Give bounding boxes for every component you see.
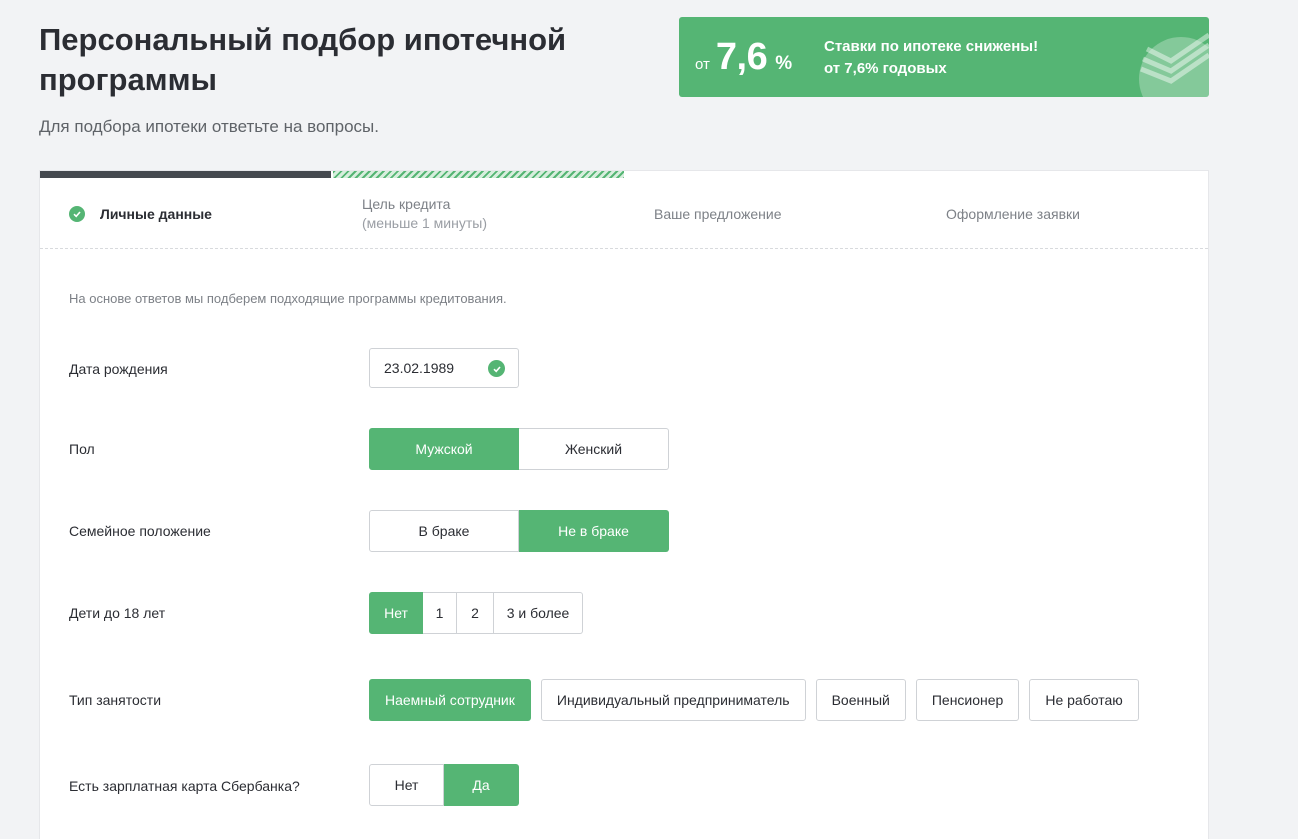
salary-card-label: Есть зарплатная карта Сбербанка? [69,778,300,794]
progress-bar [40,171,1208,178]
form-card: Личные данные Цель кредита (меньше 1 мин… [39,170,1209,839]
salary-card-option-yes[interactable]: Да [444,764,519,806]
promo-rate-unit: % [775,53,793,74]
step-label: Личные данные [100,205,212,222]
page-subtitle: Для подбора ипотеки ответьте на вопросы. [39,117,379,136]
gender-option-male[interactable]: Мужской [369,428,519,470]
promo-line-2: от 7,6% годовых [824,60,947,77]
step-label: Цель кредита [362,196,451,212]
promo-rate: от 7,6 % [695,36,792,79]
promo-banner[interactable]: от 7,6 % Ставки по ипотеке снижены! от 7… [679,17,1209,97]
promo-rate-prefix: от [695,56,710,73]
step-application: Оформление заявки [946,178,1080,249]
children-label: Дети до 18 лет [69,605,166,621]
progress-done-segment [40,171,331,178]
employment-option-employee[interactable]: Наемный сотрудник [369,679,531,721]
step-your-offer: Ваше предложение [654,178,782,249]
salary-card-toggle: Нет Да [369,764,519,806]
children-option-none[interactable]: Нет [369,592,423,634]
step-sublabel: (меньше 1 минуты) [362,215,487,231]
promo-rate-value: 7,6 [715,36,768,78]
gender-label: Пол [69,441,95,457]
step-label: Оформление заявки [946,205,1080,222]
employment-option-pensioner[interactable]: Пенсионер [915,679,1020,721]
marital-option-single[interactable]: Не в браке [519,510,669,552]
employment-option-unemployed[interactable]: Не работаю [1029,679,1139,721]
employment-label: Тип занятости [69,692,162,708]
promo-line-1: Ставки по ипотеке снижены! [824,38,1039,55]
children-option-3-plus[interactable]: 3 и более [494,592,583,634]
progress-active-segment [333,171,624,178]
stepper: Личные данные Цель кредита (меньше 1 мин… [40,178,1208,249]
promo-text: Ставки по ипотеке снижены! от 7,6% годов… [824,36,1038,80]
marital-option-married[interactable]: В браке [369,510,519,552]
children-toggle: Нет 1 2 3 и более [369,592,583,634]
employment-option-entrepreneur[interactable]: Индивидуальный предприниматель [540,679,806,721]
birth-date-field[interactable]: 23.02.1989 [369,348,519,388]
marital-label: Семейное положение [69,523,211,539]
children-option-2[interactable]: 2 [457,592,494,634]
gender-option-female[interactable]: Женский [519,428,669,470]
check-circle-icon [488,360,505,377]
step-personal-data: Личные данные [69,178,212,249]
step-label: Ваше предложение [654,205,782,222]
employment-option-military[interactable]: Военный [815,679,906,721]
page-title: Персональный подбор ипотечной программы [39,22,567,97]
gender-toggle: Мужской Женский [369,428,669,470]
children-option-1[interactable]: 1 [423,592,457,634]
birth-date-label: Дата рождения [69,361,168,377]
bank-logo-icon [1139,32,1209,97]
step-credit-goal: Цель кредита (меньше 1 минуты) [362,178,487,249]
birth-date-value: 23.02.1989 [384,360,455,376]
marital-toggle: В браке Не в браке [369,510,669,552]
form-intro: На основе ответов мы подберем подходящие… [69,291,507,306]
employment-options: Наемный сотрудник Индивидуальный предпри… [369,679,1139,721]
salary-card-option-no[interactable]: Нет [369,764,444,806]
check-circle-icon [69,205,85,222]
